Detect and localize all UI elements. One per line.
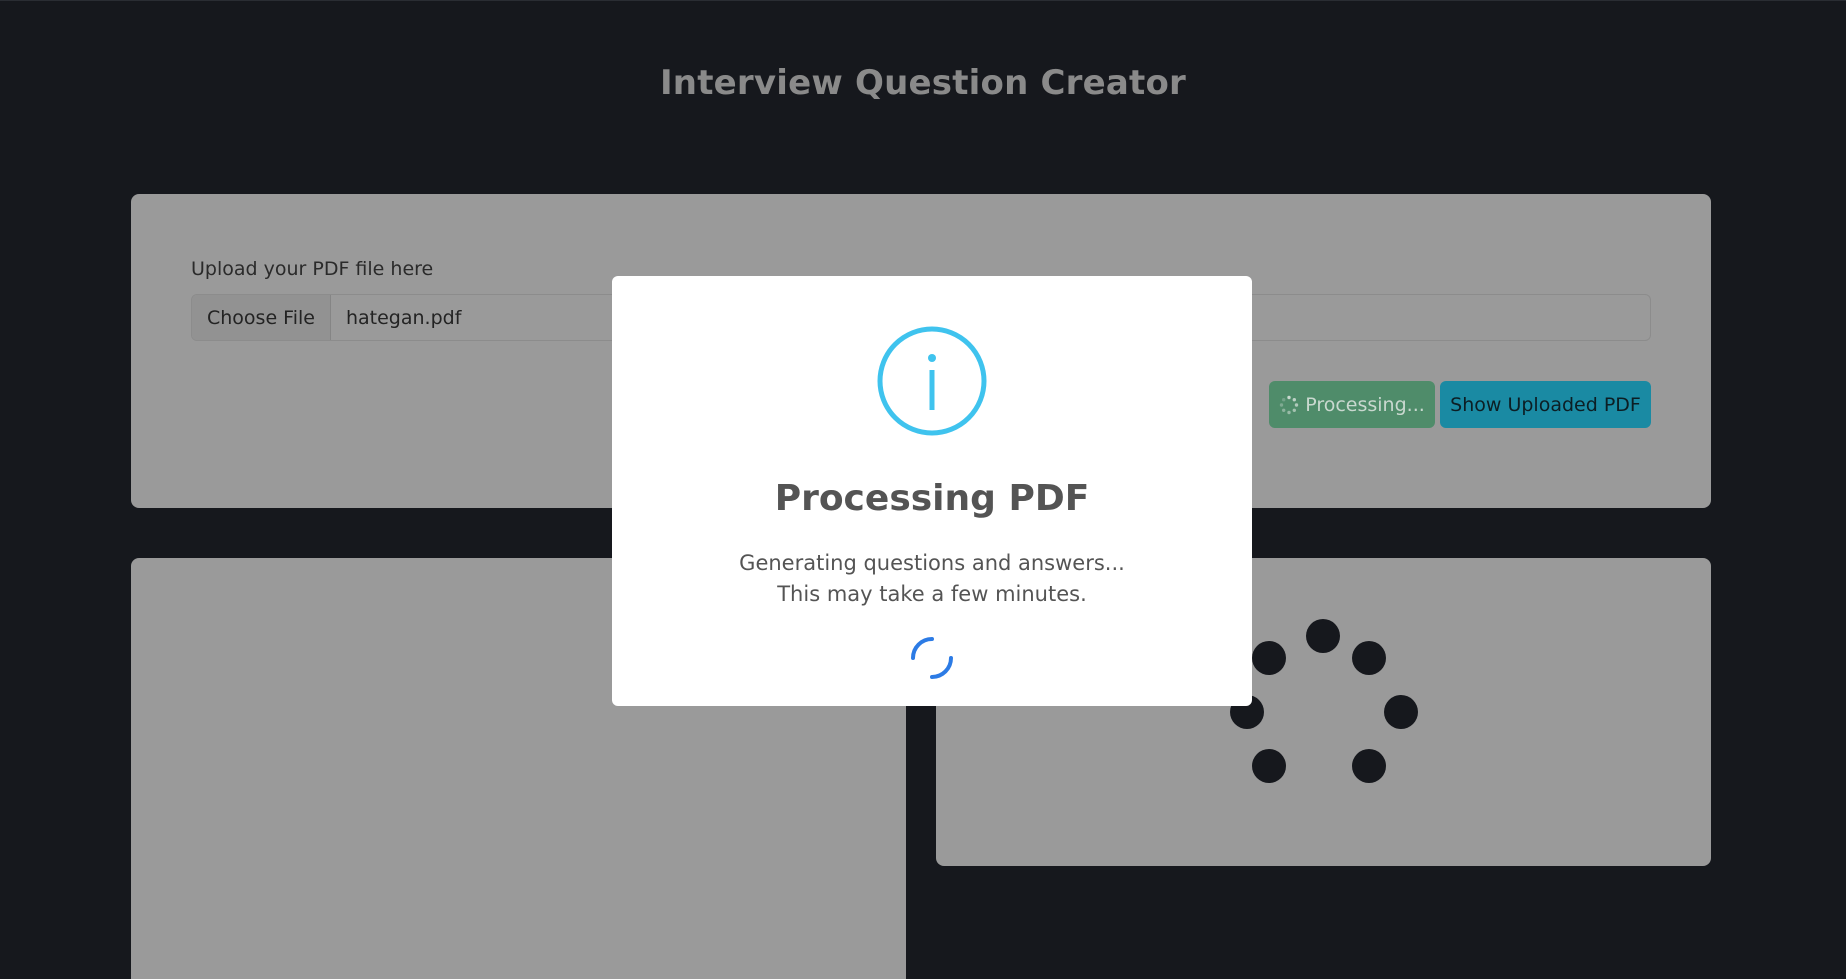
- info-icon: [877, 326, 987, 436]
- modal-message-line-2: This may take a few minutes.: [777, 582, 1087, 606]
- spinner-icon: [1280, 395, 1299, 414]
- selected-file-name: hategan.pdf: [345, 306, 462, 329]
- modal-message: Generating questions and answers... This…: [612, 548, 1252, 610]
- modal-title: Processing PDF: [774, 478, 1090, 519]
- loading-spinner-icon: [911, 637, 953, 679]
- upload-label: Upload your PDF file here: [191, 258, 434, 280]
- processing-button[interactable]: Processing...: [1269, 381, 1435, 428]
- choose-file-button[interactable]: Choose File: [192, 295, 331, 340]
- show-uploaded-pdf-button[interactable]: Show Uploaded PDF: [1440, 381, 1651, 428]
- modal-message-line-1: Generating questions and answers...: [739, 551, 1125, 575]
- page-title: Interview Question Creator: [659, 63, 1187, 103]
- processing-button-label: Processing...: [1305, 393, 1425, 416]
- page: Interview Question Creator Upload your P…: [0, 0, 1846, 979]
- processing-modal: Processing PDF Generating questions and …: [612, 276, 1252, 706]
